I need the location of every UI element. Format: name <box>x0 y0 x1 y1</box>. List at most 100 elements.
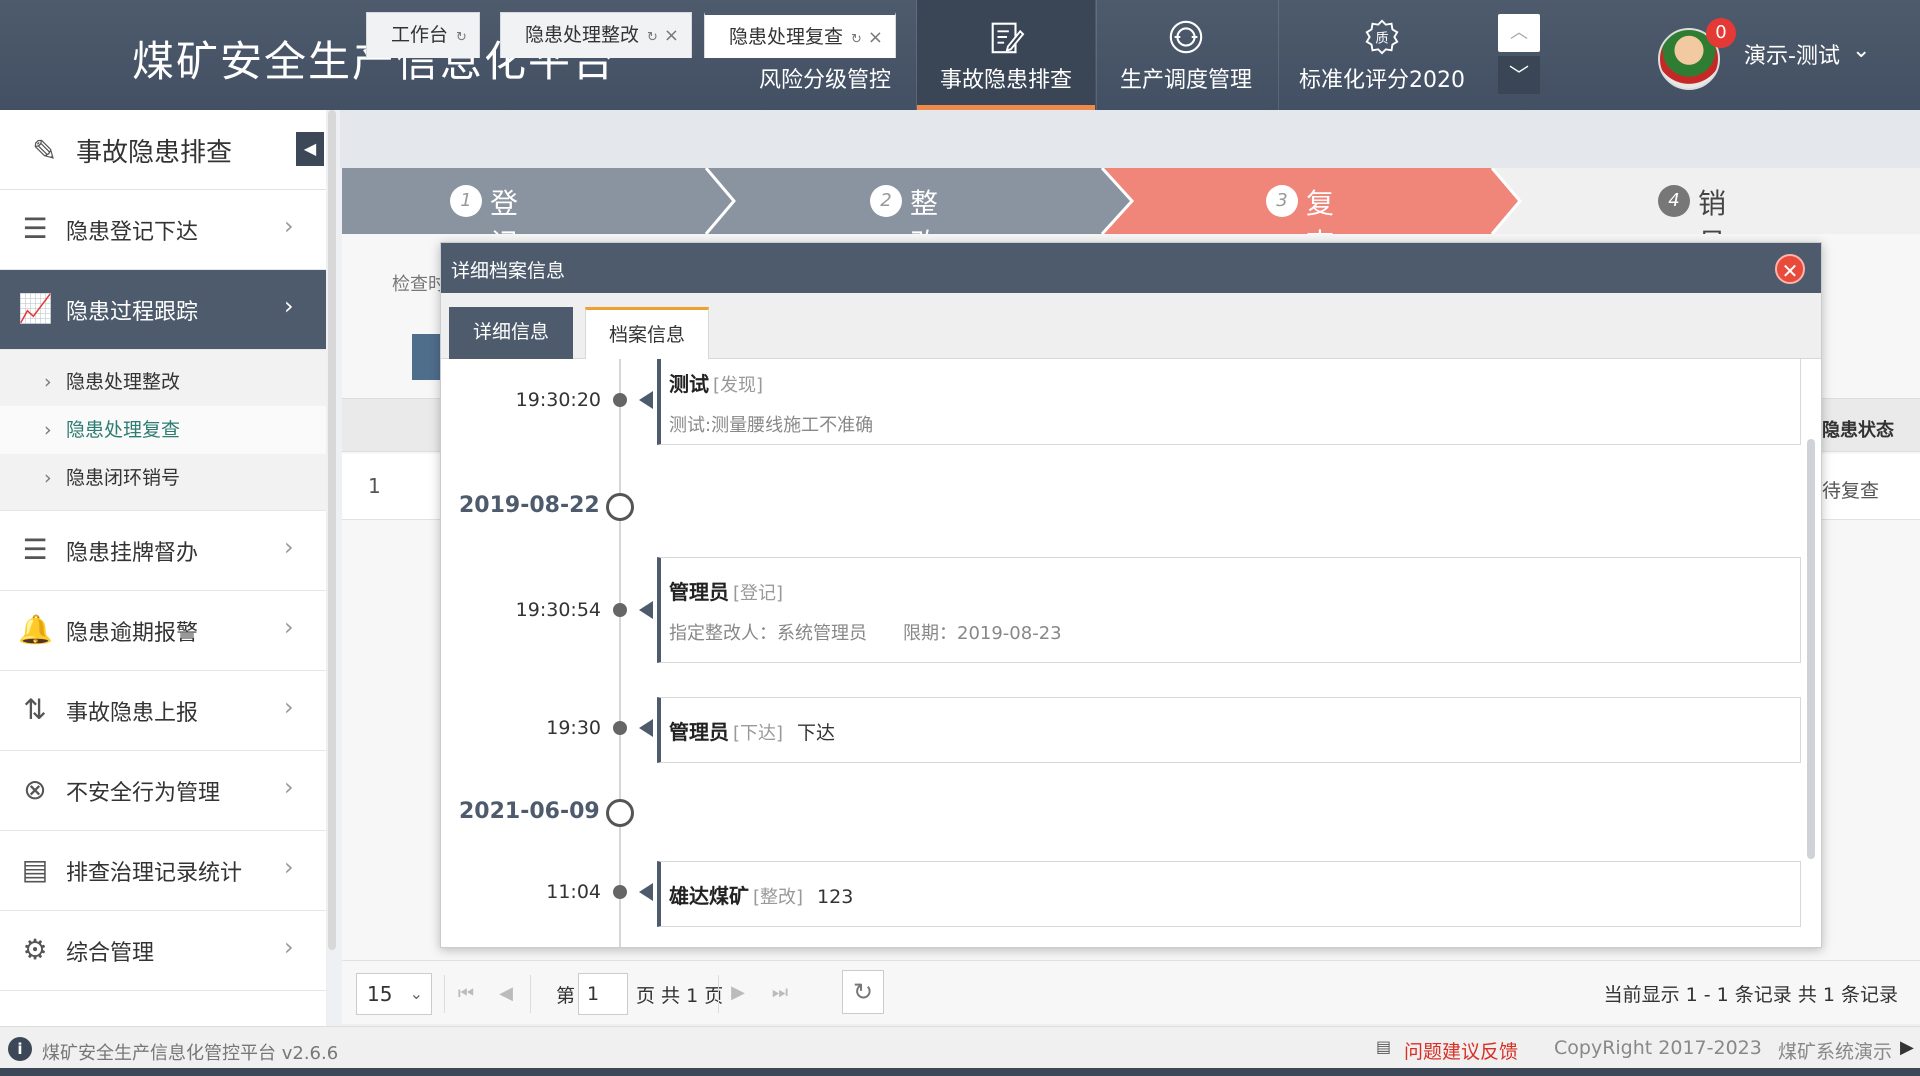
page-size-select[interactable]: 15 ⌄ <box>356 973 432 1015</box>
sidebar-header: ✎ 事故隐患排查 ◀ <box>0 110 326 190</box>
card-name: 雄达煤矿 <box>669 884 749 908</box>
nav-hazard-inspection[interactable]: 事故隐患排查 <box>917 0 1095 110</box>
timeline-card: 雄达煤矿 [整改] 123 <box>657 861 1801 927</box>
page-prefix: 第 <box>556 985 576 1007</box>
archive-detail-modal: 详细档案信息 ✕ 详细信息 档案信息 19:30:20 测试 [发现] 测试:测量… <box>440 242 1822 948</box>
nav-more-toggle[interactable]: ︿ ﹀ <box>1498 14 1540 94</box>
list-icon: ☰ <box>22 533 48 566</box>
card-pointer <box>639 601 653 619</box>
modal-header: 详细档案信息 ✕ <box>441 243 1821 293</box>
sidebar-scrollbar[interactable] <box>328 110 336 950</box>
card-pointer <box>639 391 653 409</box>
sidebar-item-hazard-register[interactable]: ☰ 隐患登记下达 › <box>0 190 326 270</box>
modal-title: 详细档案信息 <box>451 260 566 282</box>
page-number-input[interactable]: 1 <box>578 973 628 1015</box>
sidebar-item-label: 综合管理 <box>66 941 155 966</box>
refresh-icon[interactable]: ↻ <box>851 32 862 47</box>
timeline-date: 2021-06-09 <box>459 799 600 824</box>
refresh-icon[interactable]: ↻ <box>456 30 467 45</box>
sidebar-item-statistics[interactable]: ▤ 排查治理记录统计 › <box>0 831 326 911</box>
sidebar-item-label: 隐患登记下达 <box>66 220 199 245</box>
timeline-card: 管理员 [下达] 下达 <box>657 697 1801 763</box>
nav-label: 标准化评分2020 <box>1299 68 1465 93</box>
chevron-down-icon[interactable]: ﹀ <box>1498 56 1540 94</box>
sidebar-item-hazard-tracking[interactable]: 📈 隐患过程跟踪 › <box>0 270 326 350</box>
card-pointer <box>639 719 653 737</box>
user-name[interactable]: 演示-测试 <box>1744 38 1840 70</box>
first-page-button[interactable]: ⏮ <box>448 973 484 1015</box>
tab-workbench[interactable]: 工作台 ↻ <box>366 12 480 58</box>
page-tabs-bar <box>340 110 1920 168</box>
circle-x-icon: ⊗ <box>23 773 47 806</box>
platform-version: 煤矿安全生产信息化管控平台 v2.6.6 <box>42 1043 339 1064</box>
info-icon: i <box>8 1037 32 1061</box>
card-tag: [整改] <box>753 887 804 908</box>
play-icon[interactable]: ▶ <box>1900 1037 1914 1058</box>
sidebar-title: 事故隐患排查 <box>76 138 233 168</box>
sidebar-item-unsafe-behavior[interactable]: ⊗ 不安全行为管理 › <box>0 751 326 831</box>
tab-detail-info[interactable]: 详细信息 <box>449 307 573 359</box>
status-cell: 待复查 <box>1822 480 1880 502</box>
nav-label: 事故隐患排查 <box>939 68 1072 93</box>
tab-hazard-rectify[interactable]: 隐患处理整改 ↻ × <box>500 12 693 58</box>
timeline-date-marker <box>606 799 634 827</box>
tab-hazard-review[interactable]: 隐患处理复查 ↻ × <box>704 12 897 58</box>
sidebar-item-report[interactable]: ⇅ 事故隐患上报 › <box>0 671 326 751</box>
card-content: 123 <box>817 886 854 908</box>
close-icon[interactable]: ✕ <box>1775 254 1805 284</box>
edit-note-icon: ✎ <box>32 134 58 169</box>
card-tag: [登记] <box>733 583 784 604</box>
record-count-info: 当前显示 1 - 1 条记录 共 1 条记录 <box>1603 984 1898 1006</box>
card-assignee: 指定整改人：系统管理员 <box>669 623 867 644</box>
dispatch-icon <box>1169 20 1203 54</box>
modal-tabs: 详细信息 档案信息 <box>441 293 1821 359</box>
page-total: 页 共 1 页 <box>636 985 724 1007</box>
sidebar-item-overdue-alarm[interactable]: 🔔 隐患逾期报警 › <box>0 591 326 671</box>
nav-label: 生产调度管理 <box>1119 68 1252 93</box>
nav-standardization[interactable]: 质 标准化评分2020 <box>1279 0 1485 110</box>
timeline-time: 19:30 <box>546 717 601 739</box>
notification-badge[interactable]: 0 <box>1706 18 1736 48</box>
chevron-down-icon[interactable]: ⌄ <box>1852 38 1870 63</box>
card-deadline: 限期：2019-08-23 <box>903 623 1062 644</box>
close-icon[interactable]: × <box>868 27 883 48</box>
svg-text:质: 质 <box>1375 31 1388 47</box>
timeline: 19:30:20 测试 [发现] 测试:测量腰线施工不准确 2019-08-22 … <box>441 359 1821 947</box>
sidebar-item-label: 不安全行为管理 <box>66 781 221 806</box>
timeline-dot <box>613 885 627 899</box>
sidebar-item-general-management[interactable]: ⚙ 综合管理 › <box>0 911 326 991</box>
top-header: 煤矿安全生产信息化平台 风险分级管控 事故隐患排查 生产调度管理 质 标准化评分… <box>0 0 1920 110</box>
status-column-header: 隐患状态 <box>1822 420 1894 441</box>
manage-icon: ⚙ <box>22 933 48 966</box>
sidebar-subitem-closeout[interactable]: 隐患闭环销号 <box>0 454 326 502</box>
feedback-icon: ▤ <box>1376 1037 1392 1056</box>
nav-production-dispatch[interactable]: 生产调度管理 <box>1097 0 1275 110</box>
timeline-time: 11:04 <box>546 881 601 903</box>
modal-scrollbar[interactable] <box>1807 439 1815 859</box>
chevron-right-icon: › <box>284 292 294 320</box>
chevron-right-icon: › <box>284 212 294 240</box>
sidebar-subitem-rectify[interactable]: 隐患处理整改 <box>0 358 326 406</box>
search-button[interactable] <box>412 334 442 380</box>
collapse-sidebar-button[interactable]: ◀ <box>296 132 324 166</box>
tab-archive-info[interactable]: 档案信息 <box>585 307 709 359</box>
sidebar-item-supervision[interactable]: ☰ 隐患挂牌督办 › <box>0 511 326 591</box>
feedback-link[interactable]: 问题建议反馈 <box>1404 1037 1518 1064</box>
card-name: 管理员 <box>669 580 729 604</box>
timeline-time: 19:30:20 <box>515 389 601 411</box>
process-stepper: 1 登记下达 2 整改 3 复查 4 销号 <box>342 168 1920 234</box>
next-page-button[interactable]: ▶ <box>720 972 756 1014</box>
prev-page-button[interactable]: ◀ <box>488 973 524 1015</box>
card-name: 测试 <box>669 372 709 396</box>
chevron-up-icon[interactable]: ︿ <box>1498 14 1540 52</box>
close-icon[interactable]: × <box>664 25 679 46</box>
sidebar-item-label: 隐患过程跟踪 <box>66 300 199 325</box>
chevron-right-icon: › <box>284 773 294 801</box>
bottom-strip <box>0 1068 1920 1076</box>
footer: i 煤矿安全生产信息化管控平台 v2.6.6 ▤ 问题建议反馈 CopyRigh… <box>0 1026 1920 1068</box>
sidebar-subitem-review[interactable]: 隐患处理复查 <box>0 406 326 454</box>
refresh-icon[interactable]: ↻ <box>647 30 658 45</box>
refresh-icon[interactable]: ↻ <box>842 970 884 1014</box>
sidebar-item-label: 事故隐患上报 <box>66 701 199 726</box>
last-page-button[interactable]: ⏭ <box>762 972 798 1014</box>
